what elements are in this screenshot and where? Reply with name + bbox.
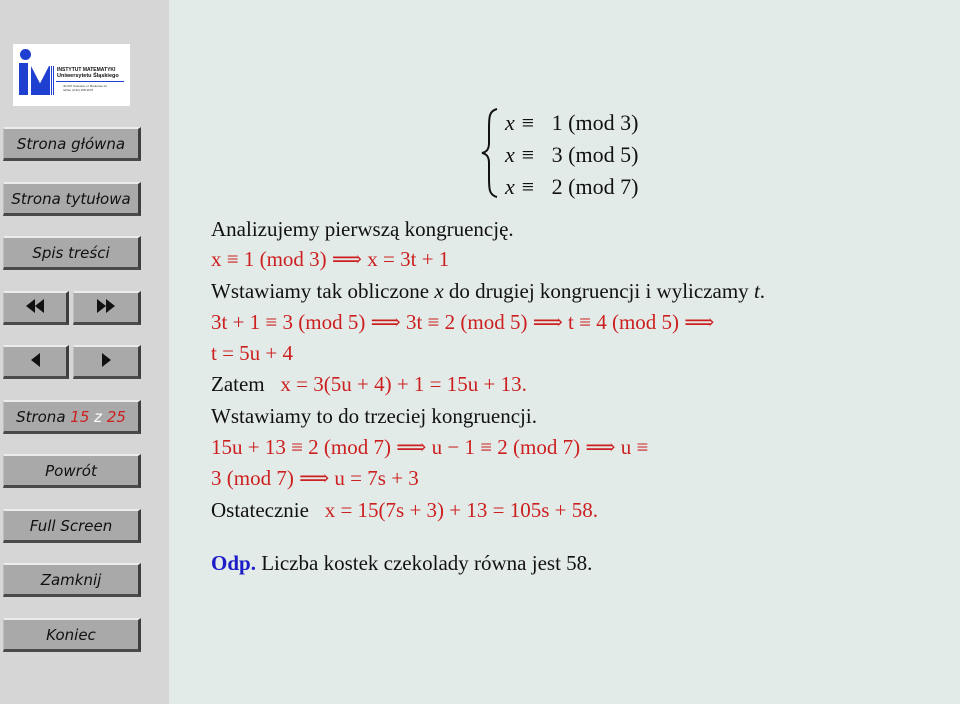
system-row: x ≡ 2 (mod 7): [505, 174, 639, 199]
right-triangle-icon: [101, 352, 111, 371]
last-page-button[interactable]: [73, 291, 141, 325]
math-line-8: 15u + 13 ≡ 2 (mod 7) ⟹ u − 1 ≡ 2 (mod 7)…: [211, 435, 649, 459]
text-line-10: Ostatecznie x = 15(7s + 3) + 13 = 105s +…: [211, 498, 599, 522]
answer-label: Odp.: [211, 551, 256, 575]
text-line-1: Analizujemy pierwszą kongruencję.: [211, 217, 514, 241]
text-line-6: Zatem x = 3(5u + 4) + 1 = 15u + 13.: [211, 372, 527, 396]
title-page-label: Strona tytułowa: [11, 189, 131, 208]
system-row: x ≡ 1 (mod 3): [505, 110, 639, 135]
system-brace: [481, 108, 498, 198]
full-screen-label: Full Screen: [29, 516, 113, 535]
math-line-9: 3 (mod 7) ⟹ u = 7s + 3: [211, 466, 419, 490]
quit-label: Koniec: [46, 625, 96, 644]
slide-content: x ≡ 1 (mod 3) x ≡ 3 (mod 5) x ≡ 2 (mod 7…: [169, 0, 960, 704]
system-row: x ≡ 3 (mod 5): [505, 142, 639, 167]
page-separator: z: [94, 407, 103, 426]
toc-label: Spis treści: [32, 243, 110, 262]
page-indicator: Strona 15 z 25: [3, 400, 141, 434]
title-page-button[interactable]: Strona tytułowa: [3, 182, 141, 216]
math-line-4: 3t + 1 ≡ 3 (mod 5) ⟹ 3t ≡ 2 (mod 5) ⟹ t …: [211, 310, 715, 334]
math-line-5: t = 5u + 4: [211, 341, 294, 365]
text-line-7: Wstawiamy to do trzeciej kongruencji.: [211, 404, 537, 428]
answer-line: Odp. Liczba kostek czekolady równa jest …: [211, 551, 592, 576]
next-page-button[interactable]: [73, 345, 141, 379]
close-button[interactable]: Zamknij: [3, 563, 141, 597]
page-total: 25: [106, 407, 126, 426]
page-label: Strona: [16, 407, 66, 426]
logo-dot-shape: [20, 49, 31, 60]
page-current: 15: [70, 407, 90, 426]
double-left-triangle-icon: [26, 298, 44, 317]
logo-m-shape: [31, 66, 49, 95]
double-right-triangle-icon: [97, 298, 115, 317]
logo-lines-shape: [49, 66, 55, 95]
full-screen-button[interactable]: Full Screen: [3, 509, 141, 543]
text-line-3: Wstawiamy tak obliczone x do drugiej kon…: [211, 279, 766, 303]
logo-bar-shape: [19, 63, 28, 95]
logo-rule: [56, 81, 124, 82]
home-button[interactable]: Strona główna: [3, 127, 141, 161]
quit-button[interactable]: Koniec: [3, 618, 141, 652]
toc-button[interactable]: Spis treści: [3, 236, 141, 270]
logo-line4: tel/fax (0-32) 258 2976: [63, 88, 94, 92]
navigation-sidebar: INSTYTUT MATEMATYKI Uniwersytetu Śląskie…: [0, 0, 169, 704]
answer-text: Liczba kostek czekolady równa jest 58.: [255, 551, 593, 575]
home-label: Strona główna: [16, 134, 126, 153]
prev-page-button[interactable]: [3, 345, 69, 379]
back-label: Powrót: [45, 461, 97, 480]
logo-line2: Uniwersytetu Śląskiego: [57, 73, 119, 79]
close-label: Zamknij: [40, 570, 102, 589]
math-line-2: x ≡ 1 (mod 3) ⟹ x = 3t + 1: [211, 247, 450, 271]
institute-logo: INSTYTUT MATEMATYKI Uniwersytetu Śląskie…: [13, 44, 130, 106]
left-triangle-icon: [30, 352, 40, 371]
back-button[interactable]: Powrót: [3, 454, 141, 488]
first-page-button[interactable]: [3, 291, 69, 325]
